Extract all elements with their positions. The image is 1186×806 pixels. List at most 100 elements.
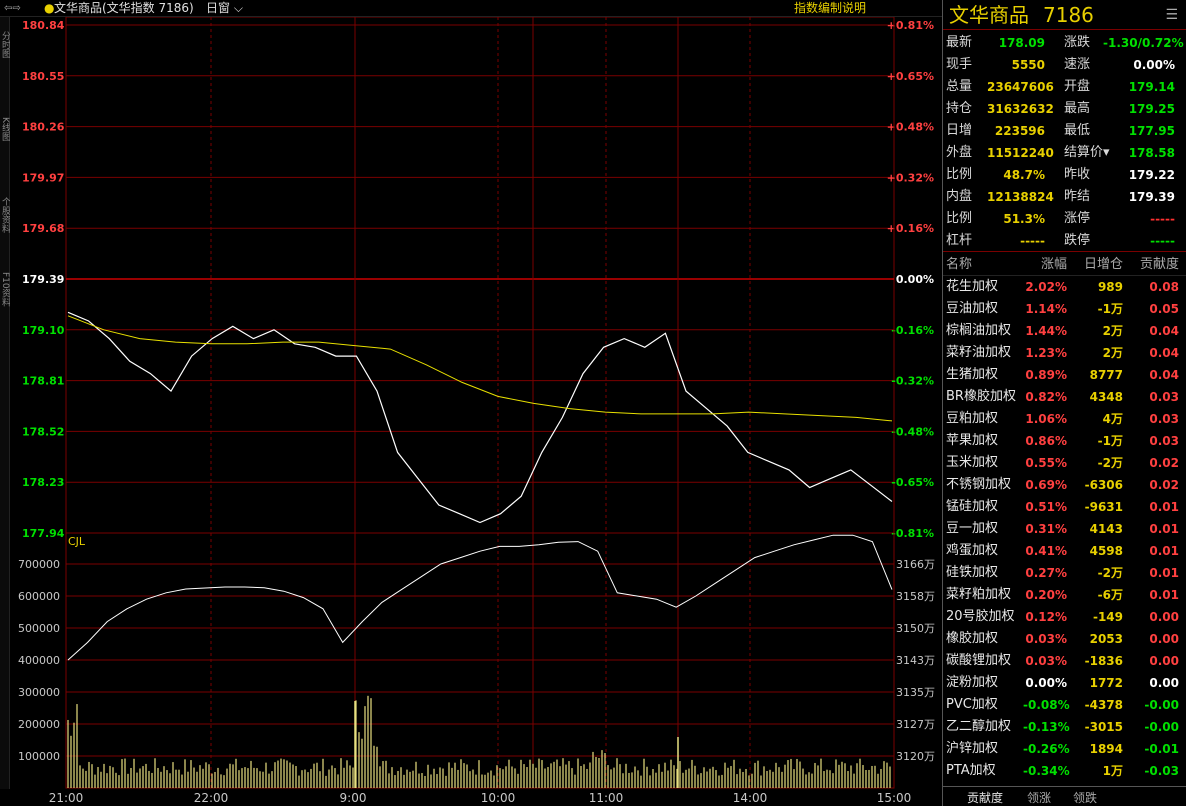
item-contribution: 0.00 (1149, 610, 1179, 624)
item-position: 4348 (1089, 390, 1123, 404)
item-position: -1万 (1097, 302, 1123, 316)
oi-tick: 3143万 (896, 654, 935, 667)
price-tick: 180.84 (22, 19, 65, 32)
list-item[interactable]: BR橡胶加权 0.82% 4348 0.03 (943, 386, 1186, 408)
header-contribution[interactable]: 贡献度 (1127, 254, 1179, 276)
list-item[interactable]: 碳酸锂加权 0.03% -1836 0.00 (943, 650, 1186, 672)
item-position: 8777 (1089, 368, 1123, 382)
oi-tick: 3135万 (896, 686, 935, 699)
item-change: 0.69% (1025, 478, 1067, 492)
item-name: 豆油加权 (946, 301, 999, 316)
item-change: 0.41% (1025, 544, 1067, 558)
item-name: 生猪加权 (946, 367, 999, 382)
quote-label: 外盘 (946, 145, 973, 160)
list-item[interactable]: 豆一加权 0.31% 4143 0.01 (943, 518, 1186, 540)
list-item[interactable]: 淀粉加权 0.00% 1772 0.00 (943, 672, 1186, 694)
item-change: -0.34% (1023, 764, 1070, 778)
list-item[interactable]: 鸡蛋加权 0.41% 4598 0.01 (943, 540, 1186, 562)
tab-leading-down[interactable]: 领跌 (1073, 789, 1097, 806)
list-item[interactable]: 锰硅加权 0.51% -9631 0.01 (943, 496, 1186, 518)
item-change: 0.89% (1025, 368, 1067, 382)
item-name: 花生加权 (946, 279, 999, 294)
list-item[interactable]: 棕榈油加权 1.44% 2万 0.04 (943, 320, 1186, 342)
list-item[interactable]: 花生加权 2.02% 989 0.08 (943, 276, 1186, 298)
item-change: 1.14% (1025, 302, 1067, 316)
list-item[interactable]: 不锈钢加权 0.69% -6306 0.02 (943, 474, 1186, 496)
item-change: 1.44% (1025, 324, 1067, 338)
item-change: 0.51% (1025, 500, 1067, 514)
pct-tick: -0.16% (891, 324, 934, 337)
volume-tick: 100000 (18, 750, 60, 763)
pct-tick: 0.00% (896, 273, 934, 286)
item-position: 4万 (1102, 412, 1123, 426)
list-item[interactable]: 硅铁加权 0.27% -2万 0.01 (943, 562, 1186, 584)
tab-leading-up[interactable]: 领涨 (1027, 789, 1051, 806)
list-item[interactable]: 沪锌加权 -0.26% 1894 -0.01 (943, 738, 1186, 760)
list-rows: 花生加权 2.02% 989 0.08 豆油加权 1.14% -1万 0.05 棕榈油加权 1.4… (943, 276, 1186, 782)
instrument-name: 文华商品 (949, 3, 1029, 27)
item-position: -1万 (1097, 434, 1123, 448)
item-name: 橡胶加权 (946, 631, 999, 646)
item-contribution: 0.00 (1149, 654, 1179, 668)
list-item[interactable]: 菜籽粕加权 0.20% -6万 0.01 (943, 584, 1186, 606)
quote-row: 日增 223596 最低 177.95 (943, 120, 1186, 142)
list-header: 名称 涨幅 日增仓 贡献度 (943, 254, 1186, 276)
item-position: 1772 (1089, 676, 1123, 690)
list-item[interactable]: 苹果加权 0.86% -1万 0.03 (943, 430, 1186, 452)
list-item[interactable]: 20号胶加权 0.12% -149 0.00 (943, 606, 1186, 628)
item-name: 玉米加权 (946, 455, 999, 470)
item-contribution: 0.03 (1149, 412, 1179, 426)
nav-arrows-icon[interactable]: ⇦⇨ (4, 0, 21, 17)
list-item[interactable]: 豆粕加权 1.06% 4万 0.03 (943, 408, 1186, 430)
list-item[interactable]: 菜籽油加权 1.23% 2万 0.04 (943, 342, 1186, 364)
menu-icon[interactable]: ☰ (1165, 0, 1178, 30)
pct-tick: -0.81% (891, 527, 934, 540)
index-explain-link[interactable]: 指数编制说明 (794, 0, 866, 17)
quote-label: 日增 (946, 123, 973, 138)
timeshare-chart[interactable]: 180.84 +0.81%180.55 +0.65%180.26 +0.48%179.… (0, 17, 942, 806)
list-item[interactable]: PVC加权 -0.08% -4378 -0.00 (943, 694, 1186, 716)
oi-tick: 3127万 (896, 718, 935, 731)
tab-contribution[interactable]: 贡献度 (967, 789, 1003, 806)
item-position: -2万 (1097, 566, 1123, 580)
quote-value: 179.25 (1128, 102, 1175, 116)
list-item[interactable]: 生猪加权 0.89% 8777 0.04 (943, 364, 1186, 386)
oi-tick: 3120万 (896, 750, 935, 763)
quote-value: 178.09 (998, 36, 1045, 50)
quote-row: 比例 48.7% 昨收 179.22 (943, 164, 1186, 186)
item-contribution: 0.01 (1149, 566, 1179, 580)
quote-row: 现手 5550 速涨 0.00% (943, 54, 1186, 76)
time-tick: 11:00 (589, 791, 624, 805)
list-item[interactable]: 玉米加权 0.55% -2万 0.02 (943, 452, 1186, 474)
item-position: 2万 (1102, 346, 1123, 360)
list-item[interactable]: PTA加权 -0.34% 1万 -0.03 (943, 760, 1186, 782)
item-contribution: 0.03 (1149, 434, 1179, 448)
header-name[interactable]: 名称 (946, 254, 972, 276)
item-name: 碳酸锂加权 (946, 653, 1012, 668)
quote-value: 0.00% (1133, 58, 1175, 72)
list-item[interactable]: 橡胶加权 0.03% 2053 0.00 (943, 628, 1186, 650)
item-contribution: -0.00 (1144, 698, 1179, 712)
item-contribution: 0.01 (1149, 588, 1179, 602)
chart-title: 文华商品(文华指数 7186) (54, 1, 194, 15)
item-change: 0.27% (1025, 566, 1067, 580)
header-position[interactable]: 日增仓 (1069, 254, 1123, 276)
quote-value: 48.7% (1003, 168, 1045, 182)
item-change: 0.03% (1025, 654, 1067, 668)
item-change: 2.02% (1025, 280, 1067, 294)
volume-tick: 500000 (18, 622, 60, 635)
header-change[interactable]: 涨幅 (1023, 254, 1067, 276)
pct-tick: -0.48% (891, 425, 934, 438)
time-tick: 14:00 (733, 791, 768, 805)
quote-label: 开盘 (1064, 79, 1091, 94)
price-tick: 180.55 (22, 70, 64, 83)
bottom-tabs: 贡献度 领涨 领跌 (943, 786, 1186, 806)
item-contribution: 0.03 (1149, 390, 1179, 404)
item-position: -1836 (1084, 654, 1123, 668)
list-item[interactable]: 豆油加权 1.14% -1万 0.05 (943, 298, 1186, 320)
period-selector[interactable]: 日窗 ⌵ (206, 0, 243, 17)
list-item[interactable]: 乙二醇加权 -0.13% -3015 -0.00 (943, 716, 1186, 738)
quote-label: 比例 (946, 211, 973, 226)
quote-label: 最高 (1064, 101, 1091, 116)
price-tick: 178.81 (22, 375, 64, 388)
